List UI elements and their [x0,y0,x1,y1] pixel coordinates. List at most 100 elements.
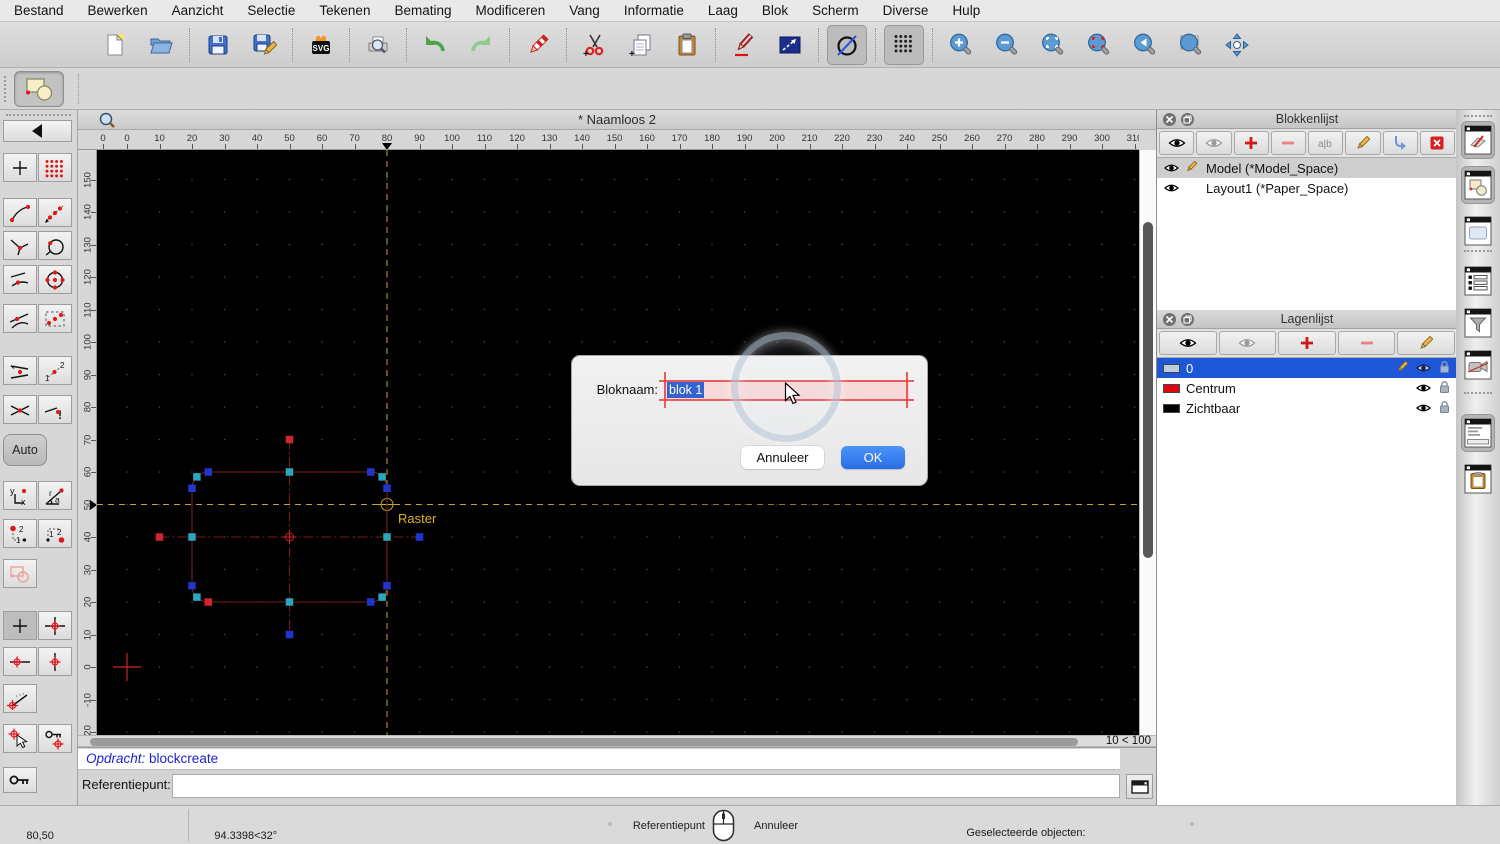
command-options-button[interactable] [1126,774,1153,799]
snap-auto-button[interactable]: Auto [3,434,47,466]
lock-icon[interactable] [1438,360,1451,377]
eye-icon[interactable] [1416,361,1431,376]
snap-middle-button[interactable] [3,356,37,385]
dock-property-editor-button[interactable] [1461,262,1495,300]
pencil-icon[interactable] [1396,360,1409,376]
dock-view-options-button[interactable] [1461,346,1495,384]
eye-icon[interactable] [1416,401,1431,416]
new-file-button[interactable] [95,25,135,65]
zoom-out-button[interactable] [987,25,1027,65]
hide-all-layers-button[interactable] [1219,331,1277,355]
undo-button[interactable] [415,25,455,65]
document-window-titlebar[interactable]: * Naamloos 2 [78,110,1156,130]
menu-item-diverse[interactable]: Diverse [871,0,941,22]
relative-zero-key-button[interactable] [3,767,37,793]
menu-item-bewerken[interactable]: Bewerken [76,0,160,22]
draft-mode-button[interactable] [827,25,867,65]
menu-item-tekenen[interactable]: Tekenen [307,0,382,22]
dock-block-list-button[interactable] [1461,166,1495,204]
add-layer-button[interactable] [1278,331,1336,355]
restrict-angle-button[interactable] [3,684,37,713]
paste-button[interactable] [667,25,707,65]
snap-perpendicular-button[interactable] [3,231,37,260]
snap-middle-points-button[interactable]: 12 [38,356,72,385]
lock-icon[interactable] [1438,400,1451,417]
snap-tangential-button[interactable] [3,304,37,333]
reference-point-input[interactable] [172,774,1120,798]
restrict-horizontal-button[interactable] [3,647,37,676]
layer-list-titlebar[interactable]: Lagenlijst [1157,310,1457,329]
vertical-scrollbar-thumb[interactable] [1143,222,1153,558]
dock-selection-filter-button[interactable] [1461,304,1495,342]
menu-item-laag[interactable]: Laag [696,0,750,22]
snap-endpoints-button[interactable] [3,198,37,227]
snap-xy-coordinate-button[interactable]: yx [3,481,37,510]
restrict-nothing-button[interactable] [3,611,37,640]
layer-row[interactable]: 0 [1157,358,1457,378]
dock-clipboard-button[interactable] [1461,460,1495,498]
snap-distance-b-button[interactable]: 12 [38,519,72,548]
ok-button[interactable]: OK [841,446,905,469]
menu-item-scherm[interactable]: Scherm [800,0,871,22]
horizontal-scrollbar[interactable]: 10 < 100 [78,735,1156,747]
vertical-scrollbar[interactable] [1139,150,1156,735]
delete-block-button[interactable] [1420,131,1455,155]
block-list-titlebar[interactable]: Blokkenlijst [1157,110,1457,129]
attributes-pencil-button[interactable] [724,25,764,65]
grid-toggle-button[interactable] [884,25,924,65]
snap-free-button[interactable] [3,153,37,182]
edit-block-button[interactable] [1345,131,1380,155]
snap-distance-a-button[interactable]: 12 [3,519,37,548]
redo-button[interactable] [461,25,501,65]
menu-item-aanzicht[interactable]: Aanzicht [160,0,236,22]
copy-button[interactable]: + [621,25,661,65]
snap-points-button[interactable] [38,198,72,227]
remove-layer-button[interactable] [1338,331,1396,355]
menu-item-informatie[interactable]: Informatie [612,0,696,22]
menu-item-modificeren[interactable]: Modificeren [464,0,558,22]
zoom-previous-button[interactable] [1125,25,1165,65]
menu-item-blok[interactable]: Blok [750,0,800,22]
snap-grid-button[interactable] [38,153,72,182]
eye-icon[interactable] [1164,181,1179,196]
eye-icon[interactable] [1164,161,1179,176]
menu-item-bestand[interactable]: Bestand [2,0,76,22]
edit-layer-button[interactable] [1397,331,1455,355]
zoom-window-button[interactable] [1171,25,1211,65]
svg-export-button[interactable]: SVG [301,25,341,65]
horizontal-scrollbar-thumb[interactable] [90,738,1078,746]
show-all-layers-button[interactable] [1159,331,1217,355]
save-button[interactable] [198,25,238,65]
save-as-button[interactable] [244,25,284,65]
lock-relative-zero-button[interactable] [38,724,72,753]
layer-row[interactable]: Centrum [1157,378,1457,398]
zoom-selection-button[interactable] [1079,25,1119,65]
layer-row[interactable]: Zichtbaar [1157,398,1457,418]
restrict-block-button[interactable] [3,559,37,588]
set-relative-zero-button[interactable] [3,724,37,753]
dock-command-line-button[interactable] [1461,414,1495,452]
zoom-pan-button[interactable] [1217,25,1257,65]
snap-reference-button[interactable] [38,304,72,333]
add-block-button[interactable] [1234,131,1269,155]
hide-all-blocks-button[interactable] [1196,131,1231,155]
attributes-apply-button[interactable] [770,25,810,65]
cut-button[interactable]: + [575,25,615,65]
restrict-orthogonal-button[interactable] [38,611,72,640]
block-row[interactable]: Layout1 (*Paper_Space) [1157,178,1457,198]
insert-block-button[interactable] [1383,131,1418,155]
snap-nearest-button[interactable] [3,265,37,294]
snap-intersection-manual-button[interactable]: ! [38,395,72,424]
snap-center-button[interactable] [38,265,72,294]
block-row[interactable]: Model (*Model_Space) [1157,158,1457,178]
print-preview-button[interactable] [358,25,398,65]
remove-block-button[interactable] [1271,131,1306,155]
zoom-in-button[interactable] [941,25,981,65]
restrict-vertical-button[interactable] [38,647,72,676]
toolbar-drag-handle[interactable] [6,114,71,118]
dock-library-browser-button[interactable] [1461,212,1495,250]
menu-item-bemating[interactable]: Bemating [382,0,463,22]
rename-block-button[interactable]: a|b [1308,131,1343,155]
dock-drag-handle[interactable] [1464,115,1492,119]
eye-icon[interactable] [1416,381,1431,396]
